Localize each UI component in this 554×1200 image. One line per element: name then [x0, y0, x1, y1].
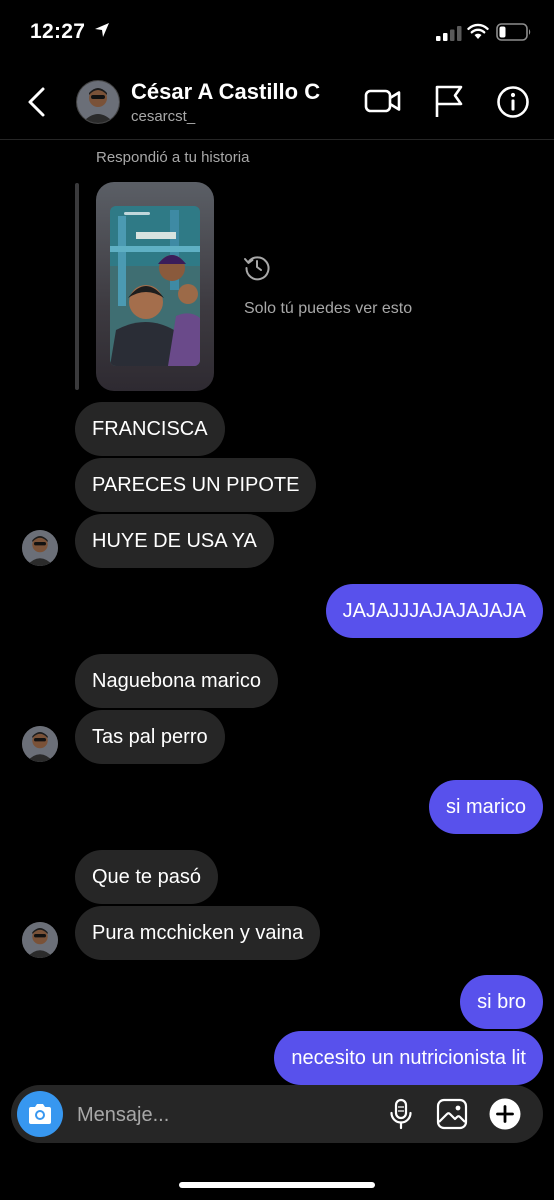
- plus-icon[interactable]: [489, 1098, 521, 1130]
- sender-avatar[interactable]: [22, 922, 58, 958]
- contact-username[interactable]: cesarcst_: [131, 108, 195, 125]
- message-composer: [11, 1085, 543, 1145]
- message-bubble-received[interactable]: Pura mcchicken y vaina: [75, 906, 321, 960]
- video-call-icon[interactable]: [364, 86, 402, 116]
- message-bubble-sent[interactable]: si marico: [428, 780, 543, 834]
- message-bubble-received[interactable]: HUYE DE USA YA: [75, 514, 274, 568]
- message-bubble-sent[interactable]: necesito un nutricionista lit: [274, 1031, 543, 1085]
- camera-icon: [29, 1104, 51, 1124]
- message-bubble-received[interactable]: Naguebona marico: [75, 654, 278, 708]
- info-icon[interactable]: [496, 85, 530, 119]
- location-arrow-icon: [95, 23, 109, 37]
- sender-avatar[interactable]: [22, 726, 58, 762]
- battery-icon: [496, 23, 531, 41]
- message-bubble-received[interactable]: Que te pasó: [75, 850, 218, 904]
- message-bubble-sent[interactable]: JAJAJJJAJAJAJAJA: [325, 584, 543, 638]
- story-photo: [110, 206, 200, 366]
- message-input[interactable]: [75, 1085, 359, 1145]
- message-bubble-received[interactable]: PARECES UN PIPOTE: [75, 458, 317, 512]
- status-time: 12:27: [30, 20, 86, 43]
- message-bubble-received[interactable]: FRANCISCA: [75, 402, 225, 456]
- header-avatar[interactable]: [76, 80, 120, 124]
- signal-icon: [436, 26, 462, 41]
- message-bubble-received[interactable]: Tas pal perro: [75, 710, 225, 764]
- sender-avatar[interactable]: [22, 530, 58, 566]
- reply-quote-line: [75, 183, 79, 390]
- header-divider: [0, 139, 554, 140]
- wifi-icon: [467, 23, 489, 39]
- camera-button[interactable]: [17, 1091, 63, 1137]
- message-bubble-sent[interactable]: si bro: [460, 975, 543, 1029]
- private-visibility-note: Solo tú puedes ver esto: [244, 300, 413, 317]
- story-reply-caption: Respondió a tu historia: [96, 149, 250, 166]
- microphone-icon[interactable]: [388, 1098, 414, 1130]
- history-icon: [244, 256, 270, 281]
- back-chevron-icon[interactable]: [24, 86, 52, 118]
- home-indicator: [179, 1182, 375, 1188]
- gallery-icon[interactable]: [436, 1098, 468, 1130]
- story-thumbnail[interactable]: [96, 182, 214, 391]
- flag-icon[interactable]: [434, 84, 464, 118]
- contact-name[interactable]: César A Castillo C: [131, 79, 320, 105]
